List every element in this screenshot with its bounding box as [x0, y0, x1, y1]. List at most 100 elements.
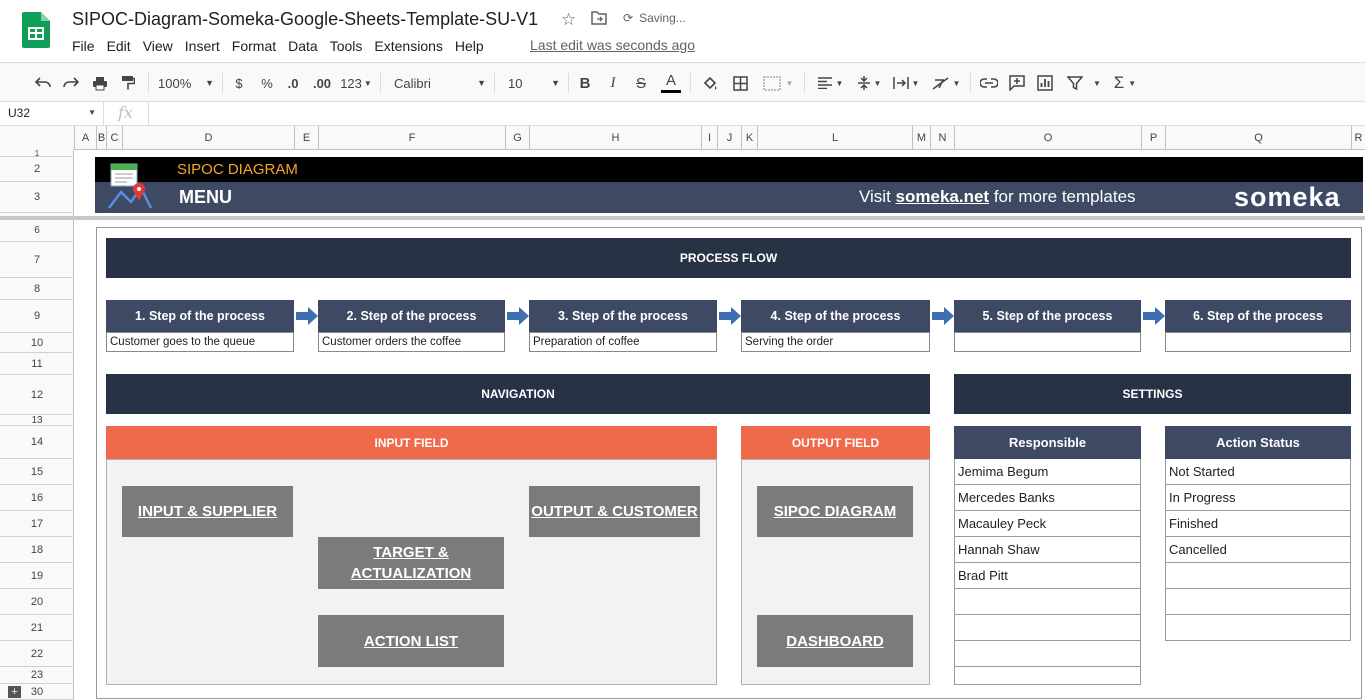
action-status-item[interactable]: Not Started: [1165, 459, 1351, 485]
process-step-1[interactable]: 1. Step of the process: [106, 300, 294, 332]
row-header[interactable]: 23: [0, 667, 74, 684]
row-header[interactable]: 13: [0, 415, 74, 426]
text-rotation-icon[interactable]: ▼: [928, 63, 964, 103]
row-header[interactable]: 17: [0, 511, 74, 537]
action-status-item[interactable]: In Progress: [1165, 485, 1351, 511]
process-step-5[interactable]: 5. Step of the process: [954, 300, 1141, 332]
column-header[interactable]: A: [74, 126, 96, 150]
row-header[interactable]: 18: [0, 537, 74, 563]
column-header[interactable]: F: [318, 126, 505, 150]
column-header[interactable]: Q: [1165, 126, 1351, 150]
action-status-item[interactable]: Cancelled: [1165, 537, 1351, 563]
menu-data[interactable]: Data: [282, 37, 324, 55]
menu-format[interactable]: Format: [226, 37, 282, 55]
vertical-align-icon[interactable]: ▼: [852, 63, 886, 103]
row-header[interactable]: 21: [0, 615, 74, 641]
menu-file[interactable]: File: [66, 37, 101, 55]
column-header[interactable]: O: [954, 126, 1141, 150]
horizontal-align-icon[interactable]: ▼: [812, 63, 848, 103]
process-step-4-desc[interactable]: Serving the order: [741, 332, 930, 352]
row-header[interactable]: 11: [0, 353, 74, 375]
insert-chart-icon[interactable]: [1034, 63, 1056, 103]
menu-tools[interactable]: Tools: [324, 37, 369, 55]
process-step-6-desc[interactable]: [1165, 332, 1351, 352]
borders-icon[interactable]: [730, 63, 750, 103]
percent-button[interactable]: %: [258, 63, 276, 103]
action-list-button[interactable]: ACTION LIST: [318, 615, 504, 667]
menu-extensions[interactable]: Extensions: [368, 37, 448, 55]
row-header[interactable]: 7: [0, 242, 74, 278]
column-header[interactable]: I: [701, 126, 717, 150]
paint-format-icon[interactable]: [117, 63, 139, 103]
action-status-item[interactable]: [1165, 563, 1351, 589]
name-box[interactable]: U32 ▼: [0, 102, 104, 125]
row-header[interactable]: 9: [0, 300, 74, 333]
row-header[interactable]: 8: [0, 278, 74, 300]
process-step-3[interactable]: 3. Step of the process: [529, 300, 717, 332]
responsible-item[interactable]: [954, 589, 1141, 615]
responsible-item[interactable]: [954, 615, 1141, 641]
menu-view[interactable]: View: [137, 37, 179, 55]
functions-icon[interactable]: Σ ▼: [1110, 63, 1140, 103]
input-supplier-button[interactable]: INPUT & SUPPLIER: [122, 486, 293, 537]
column-header[interactable]: J: [717, 126, 741, 150]
currency-button[interactable]: $: [230, 63, 248, 103]
action-status-item[interactable]: [1165, 615, 1351, 641]
column-header[interactable]: E: [294, 126, 318, 150]
row-header[interactable]: 15: [0, 459, 74, 485]
italic-button[interactable]: I: [604, 63, 622, 103]
someka-logo[interactable]: someka: [1234, 182, 1341, 213]
sipoc-diagram-button[interactable]: SIPOC DIAGRAM: [757, 486, 913, 537]
target-actualization-button[interactable]: TARGET & ACTUALIZATION: [318, 537, 504, 589]
last-edit-link[interactable]: Last edit was seconds ago: [530, 37, 695, 53]
font-size-select[interactable]: 10 ▼: [508, 63, 560, 103]
column-header[interactable]: H: [529, 126, 701, 150]
process-step-5-desc[interactable]: [954, 332, 1141, 352]
bold-button[interactable]: B: [576, 63, 594, 103]
increase-decimal-button[interactable]: .00: [310, 63, 334, 103]
action-status-item[interactable]: Finished: [1165, 511, 1351, 537]
column-header[interactable]: C: [106, 126, 122, 150]
column-header[interactable]: N: [930, 126, 954, 150]
move-folder-icon[interactable]: [591, 11, 607, 25]
responsible-item[interactable]: Mercedes Banks: [954, 485, 1141, 511]
font-select[interactable]: Calibri ▼: [394, 63, 486, 103]
row-header[interactable]: 6: [0, 220, 74, 242]
process-step-2[interactable]: 2. Step of the process: [318, 300, 505, 332]
menu-edit[interactable]: Edit: [101, 37, 137, 55]
column-header[interactable]: B: [96, 126, 106, 150]
process-step-3-desc[interactable]: Preparation of coffee: [529, 332, 717, 352]
text-wrapping-icon[interactable]: ▼: [888, 63, 924, 103]
decrease-decimal-button[interactable]: .0: [284, 63, 302, 103]
print-icon[interactable]: [89, 63, 111, 103]
sheets-logo-icon[interactable]: [22, 12, 50, 48]
column-header[interactable]: G: [505, 126, 529, 150]
menu-insert[interactable]: Insert: [179, 37, 226, 55]
responsible-item[interactable]: [954, 667, 1141, 685]
select-all-corner[interactable]: [0, 126, 74, 150]
process-step-2-desc[interactable]: Customer orders the coffee: [318, 332, 505, 352]
row-header[interactable]: 20: [0, 589, 74, 615]
fill-color-icon[interactable]: [700, 63, 720, 103]
column-header[interactable]: K: [741, 126, 757, 150]
more-formats-button[interactable]: 123 ▼: [339, 63, 373, 103]
responsible-item[interactable]: Macauley Peck: [954, 511, 1141, 537]
responsible-item[interactable]: Jemima Begum: [954, 459, 1141, 485]
add-sheet-button[interactable]: +: [8, 686, 21, 698]
responsible-item[interactable]: [954, 641, 1141, 667]
row-header[interactable]: 2: [0, 157, 74, 182]
output-customer-button[interactable]: OUTPUT & CUSTOMER: [529, 486, 700, 537]
text-color-button[interactable]: A: [660, 63, 682, 103]
column-header[interactable]: D: [122, 126, 294, 150]
insert-link-icon[interactable]: [978, 63, 1000, 103]
column-header[interactable]: P: [1141, 126, 1165, 150]
menu-help[interactable]: Help: [449, 37, 490, 55]
document-title[interactable]: SIPOC-Diagram-Someka-Google-Sheets-Templ…: [72, 9, 538, 30]
responsible-item[interactable]: Brad Pitt: [954, 563, 1141, 589]
filter-icon[interactable]: ▼: [1062, 63, 1106, 103]
row-header[interactable]: 16: [0, 485, 74, 511]
row-header[interactable]: 12: [0, 375, 74, 415]
responsible-item[interactable]: Hannah Shaw: [954, 537, 1141, 563]
undo-icon[interactable]: [32, 63, 54, 103]
insert-comment-icon[interactable]: [1006, 63, 1028, 103]
